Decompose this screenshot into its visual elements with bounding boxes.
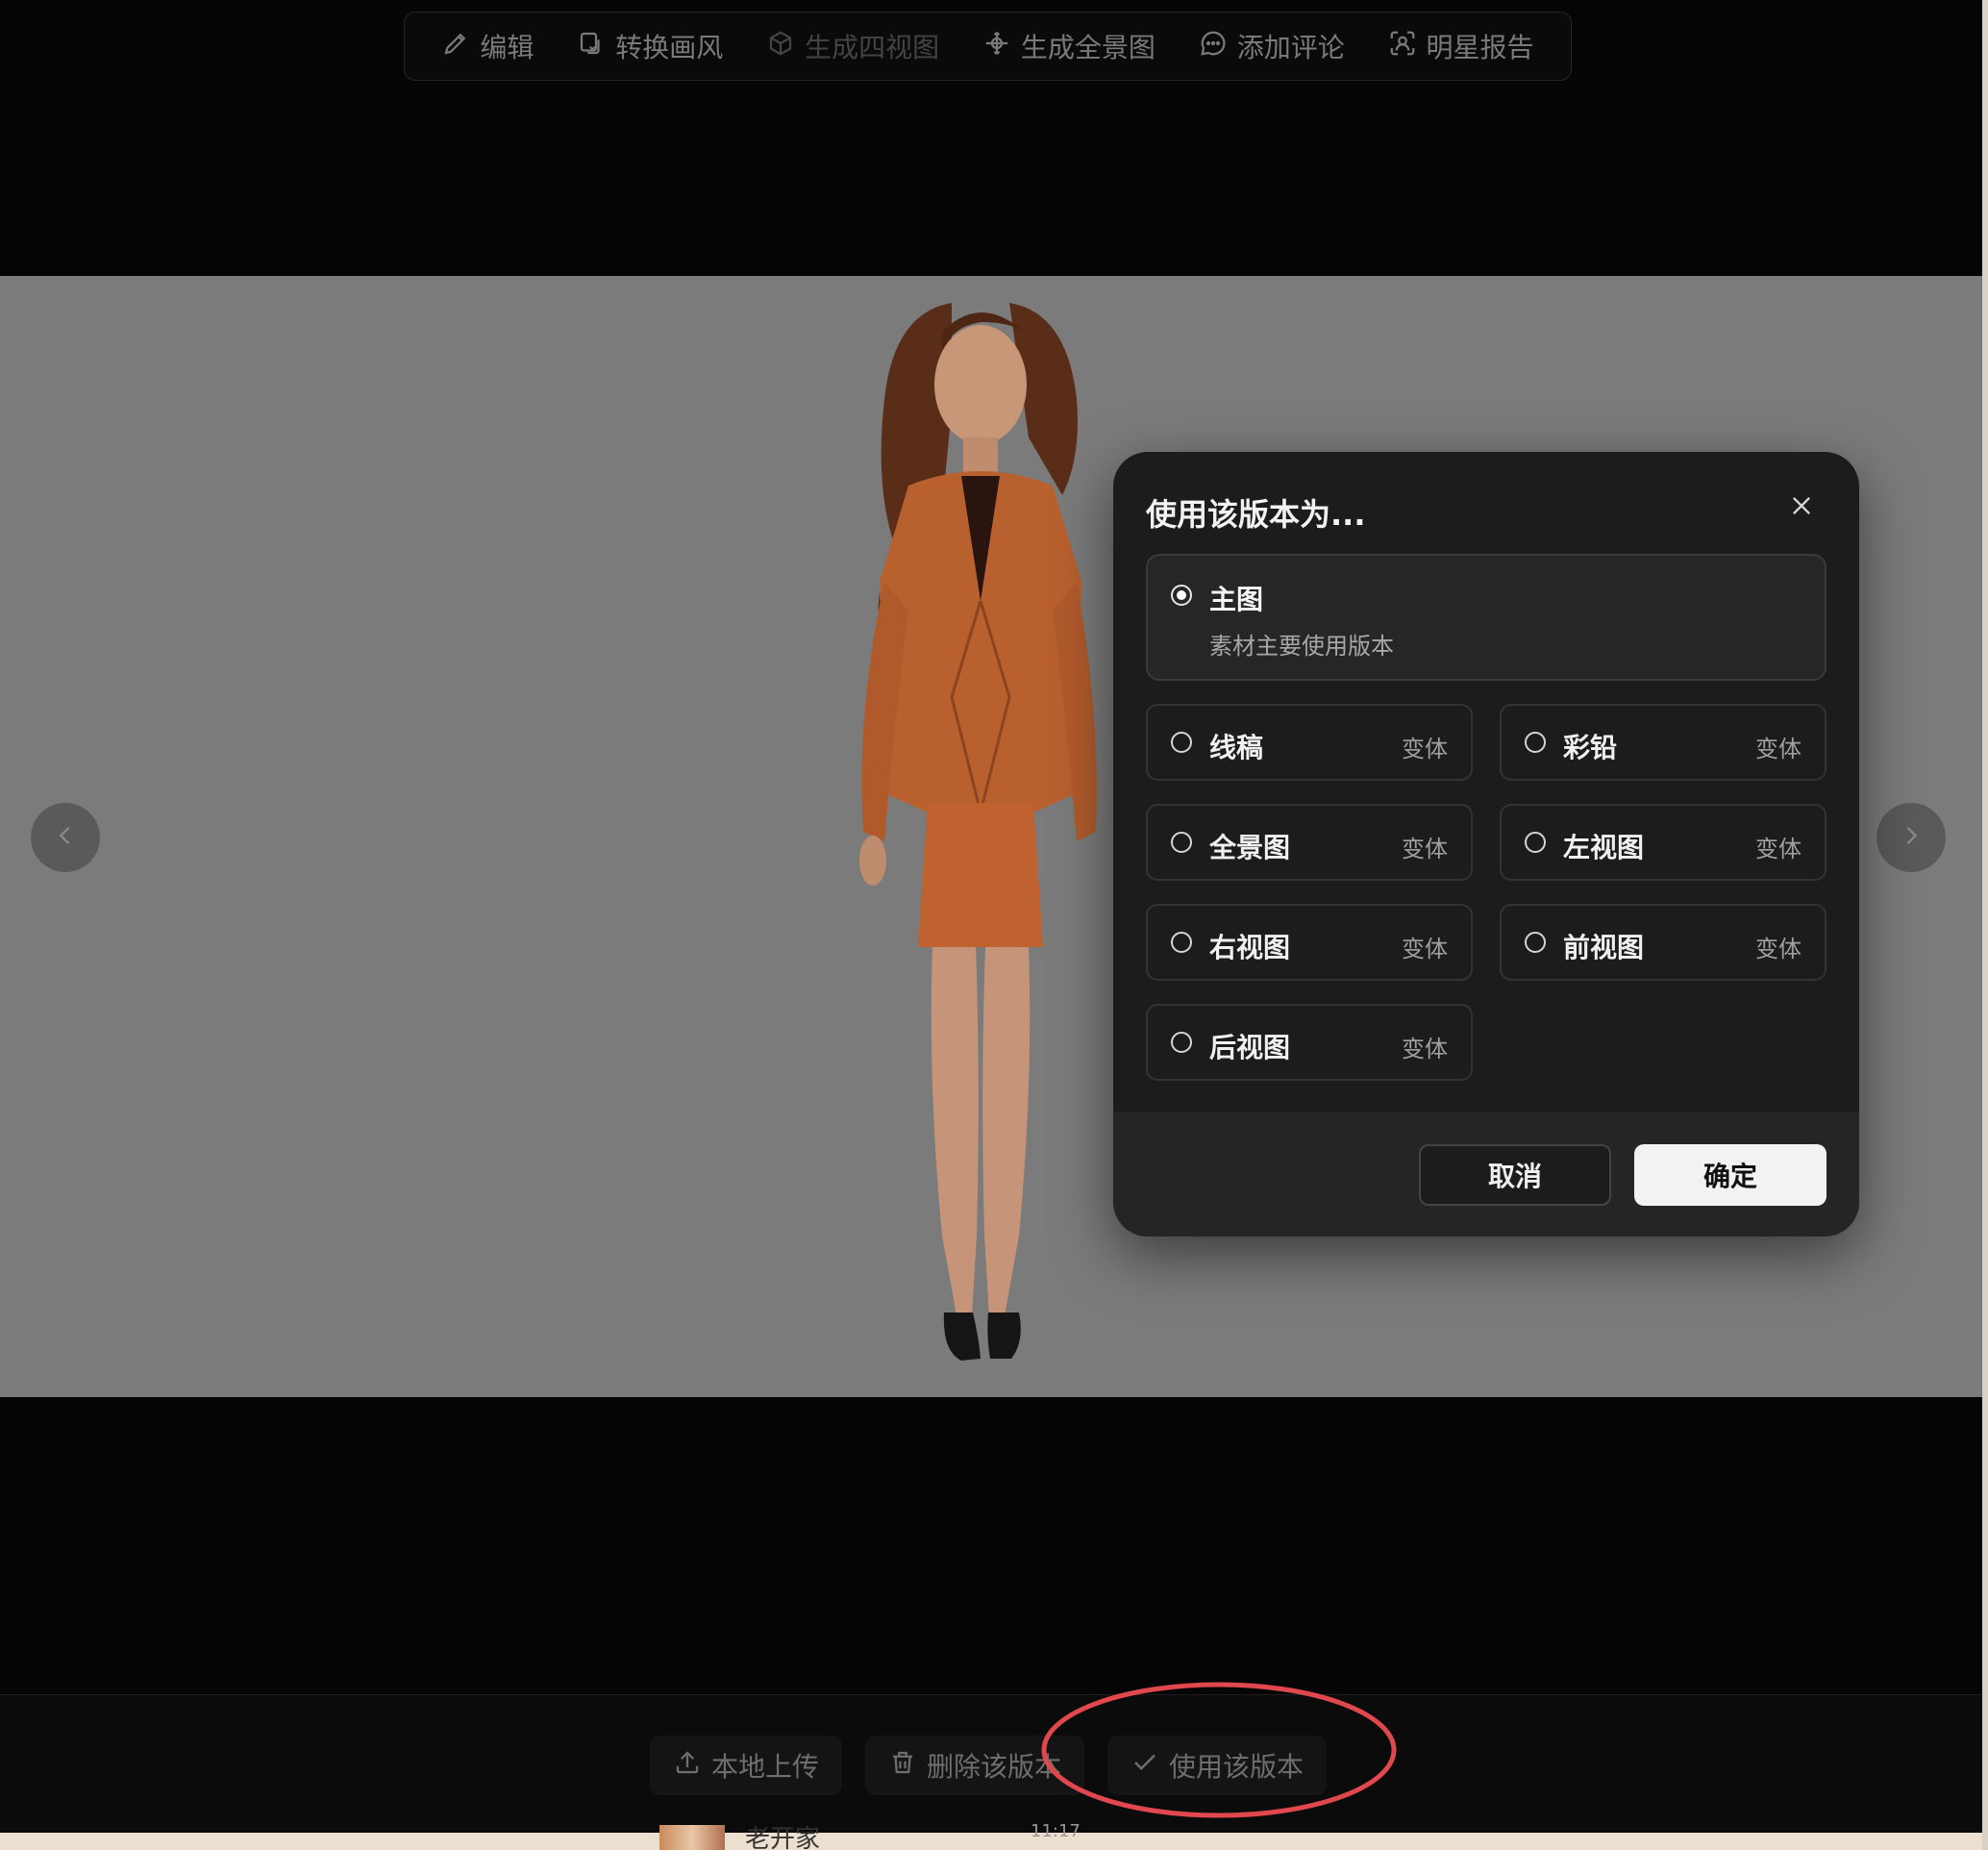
comment-icon (1199, 29, 1228, 64)
tool-label: 生成四视图 (805, 32, 940, 63)
use-version-button[interactable]: 使用该版本 (1107, 1736, 1327, 1795)
option-label: 右视图 (1209, 932, 1291, 963)
option-description: 素材主要使用版本 (1209, 633, 1394, 660)
option-label: 后视图 (1209, 1032, 1291, 1063)
underlying-page-strip (0, 1833, 1988, 1850)
underlying-text: 老开家 (745, 1825, 821, 1850)
dialog-title: 使用该版本为... (1146, 496, 1366, 533)
four-view-tool-button[interactable]: 生成四视图 (751, 17, 955, 75)
underlying-page-edge (1982, 0, 1988, 1850)
radio-icon[interactable] (1171, 932, 1192, 953)
page: 编辑 转换画风 生成四视图 生成全景图 添加评论 明星报告 使用该版本为... … (0, 0, 1988, 1850)
face-scan-icon (1388, 29, 1417, 64)
edit-tool-button[interactable]: 编辑 (426, 17, 549, 75)
radio-icon[interactable] (1525, 832, 1546, 853)
button-label: 本地上传 (711, 1751, 820, 1783)
close-dialog-button[interactable] (1782, 488, 1821, 527)
panorama-icon (982, 29, 1011, 64)
option-color-pencil[interactable]: 彩铅 变体 (1500, 704, 1826, 781)
option-line-art[interactable]: 线稿 变体 (1146, 704, 1473, 781)
variant-tag: 变体 (1755, 836, 1802, 862)
chevron-left-icon (52, 822, 79, 853)
style-transfer-icon (577, 29, 606, 64)
variant-tag: 变体 (1755, 736, 1802, 762)
trash-icon (888, 1748, 917, 1784)
option-back-view[interactable]: 后视图 变体 (1146, 1004, 1473, 1081)
variant-tag: 变体 (1402, 736, 1448, 762)
variant-tag: 变体 (1402, 936, 1448, 962)
upload-icon (673, 1748, 702, 1784)
variant-tag: 变体 (1402, 836, 1448, 862)
tool-label: 明星报告 (1426, 32, 1534, 63)
radio-icon[interactable] (1171, 732, 1192, 753)
delete-version-button[interactable]: 删除该版本 (865, 1736, 1084, 1795)
check-icon (1131, 1748, 1159, 1784)
close-icon (1788, 492, 1815, 523)
option-label: 主图 (1209, 584, 1264, 615)
option-label: 前视图 (1563, 932, 1645, 963)
radio-icon[interactable] (1525, 932, 1546, 953)
top-toolbar: 编辑 转换画风 生成四视图 生成全景图 添加评论 明星报告 (404, 12, 1572, 81)
celebrity-report-tool-button[interactable]: 明星报告 (1373, 17, 1550, 75)
option-label: 彩铅 (1563, 732, 1618, 763)
underlying-time: 11:17 (1031, 1821, 1081, 1841)
next-image-button[interactable] (1876, 803, 1946, 872)
button-label: 使用该版本 (1169, 1751, 1305, 1783)
bottom-action-bar: 本地上传 删除该版本 使用该版本 (0, 1694, 1982, 1834)
cube-icon (766, 29, 795, 64)
cancel-button[interactable]: 取消 (1419, 1144, 1611, 1206)
tool-label: 生成全景图 (1020, 32, 1156, 63)
option-left-view[interactable]: 左视图 变体 (1500, 804, 1826, 881)
radio-icon[interactable] (1171, 832, 1192, 853)
previous-image-button[interactable] (31, 803, 100, 872)
option-front-view[interactable]: 前视图 变体 (1500, 904, 1826, 981)
radio-icon[interactable] (1525, 732, 1546, 753)
variant-tag: 变体 (1755, 936, 1802, 962)
chevron-right-icon (1898, 822, 1925, 853)
confirm-button[interactable]: 确定 (1634, 1144, 1826, 1206)
button-label: 删除该版本 (927, 1751, 1062, 1783)
variant-tag: 变体 (1402, 1036, 1448, 1062)
tool-label: 转换画风 (615, 32, 724, 63)
use-version-dialog: 使用该版本为... 主图 素材主要使用版本 线稿 变体 彩铅 变体 全景图 变体 (1113, 452, 1859, 1237)
pencil-icon (441, 29, 470, 64)
tool-label: 添加评论 (1236, 32, 1345, 63)
model-photo (859, 303, 1097, 1361)
option-label: 全景图 (1209, 832, 1291, 863)
dialog-footer: 取消 确定 (1113, 1112, 1859, 1237)
style-transfer-tool-button[interactable]: 转换画风 (561, 17, 738, 75)
option-label: 左视图 (1563, 832, 1645, 863)
local-upload-button[interactable]: 本地上传 (650, 1736, 842, 1795)
option-label: 线稿 (1209, 732, 1264, 763)
tool-label: 编辑 (480, 32, 534, 63)
radio-checked-icon[interactable] (1171, 585, 1192, 606)
add-comment-tool-button[interactable]: 添加评论 (1183, 17, 1360, 75)
radio-icon[interactable] (1171, 1032, 1192, 1053)
panorama-tool-button[interactable]: 生成全景图 (967, 17, 1171, 75)
underlying-thumbnail (659, 1825, 725, 1850)
option-right-view[interactable]: 右视图 变体 (1146, 904, 1473, 981)
option-panorama[interactable]: 全景图 变体 (1146, 804, 1473, 881)
option-main-image[interactable]: 主图 素材主要使用版本 (1146, 554, 1826, 681)
